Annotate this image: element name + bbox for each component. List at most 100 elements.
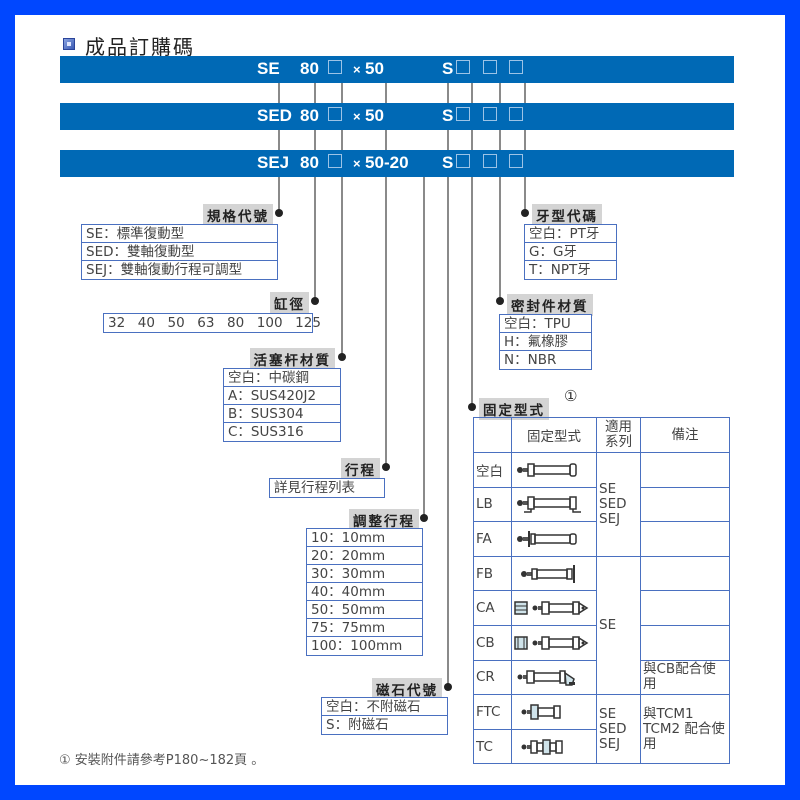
connector-line (385, 130, 387, 150)
clevis-bracket-cylinder-icon (511, 659, 597, 696)
remark (640, 521, 730, 557)
rod-material-option: B：SUS304 (224, 405, 340, 423)
thread-header: 牙型代碼 (532, 204, 602, 226)
connector-line (278, 130, 280, 150)
leader-thread (524, 177, 526, 213)
leader-magnet (447, 177, 449, 687)
mount-code: 空白 (473, 452, 512, 488)
thread-box: 空白：PT牙 G：G牙 T：NPT牙 (524, 224, 617, 280)
leader-dot (444, 683, 452, 691)
bore-options: 32 40 50 63 80 100 125 (108, 315, 321, 331)
remark (640, 624, 730, 661)
seal-slot (456, 153, 470, 173)
mount-code: CB (473, 624, 512, 661)
stroke-box: 詳見行程列表 (269, 478, 385, 498)
connector-line (447, 83, 449, 103)
code-bar-se: SE 80 × 50 S (60, 56, 734, 83)
thread-option: 空白：PT牙 (525, 225, 616, 243)
double-clevis-cylinder-icon (511, 624, 597, 661)
seal-option: 空白：TPU (500, 315, 591, 333)
rod-material-option: C：SUS316 (228, 424, 304, 440)
magnet-option: S：附磁石 (326, 717, 389, 733)
table-row: 空白 SE SED SEJ (473, 452, 730, 557)
magnet-box: 空白：不附磁石 S：附磁石 (321, 697, 448, 735)
spec-code-option: SEJ：雙軸復動行程可調型 (86, 262, 243, 278)
stroke-code: 50 (365, 59, 384, 78)
remark (640, 452, 730, 488)
adjust-stroke-option: 50：50mm (307, 601, 422, 619)
rod-material-header: 活塞杆材質 (249, 348, 335, 370)
connector-line (524, 83, 526, 103)
bore-code: 80 (300, 59, 319, 78)
times-sign: × (353, 62, 361, 77)
single-clevis-cylinder-icon (511, 590, 597, 626)
spec-code-option: SED：雙軸復動型 (82, 243, 277, 261)
thread-slot (483, 106, 497, 126)
leader-stroke (385, 177, 387, 467)
connector-line (341, 130, 343, 150)
seal-option: N：NBR (504, 352, 557, 368)
spec-code-header: 規格代號 (203, 204, 273, 226)
connector-line (278, 83, 280, 103)
thread-option: T：NPT牙 (529, 262, 591, 278)
basic-cylinder-icon (511, 452, 597, 488)
leader-dot (420, 514, 428, 522)
section-bullet-icon (63, 38, 75, 50)
mount-code: CR (473, 659, 512, 696)
table-header-row: 固定型式 適用系列 備注 (473, 417, 730, 453)
rod-material-slot (328, 106, 342, 126)
rod-material-option: 空白：中碳鋼 (224, 369, 340, 387)
thread-slot (483, 59, 497, 79)
leader-bore (314, 177, 316, 301)
table-header-cell (473, 417, 512, 453)
seal-slot (456, 59, 470, 79)
connector-line (314, 130, 316, 150)
connector-line (341, 83, 343, 103)
foot-mount-cylinder-icon (511, 486, 597, 523)
adjust-stroke-option: 75：75mm (307, 619, 422, 637)
connector-line (385, 83, 387, 103)
seal-header: 密封件材質 (507, 294, 593, 316)
applicable-series: SE (596, 555, 641, 696)
connector-line (471, 130, 473, 150)
adjust-stroke-box: 10：10mm 20：20mm 30：30mm 40：40mm 50：50mm … (306, 528, 423, 656)
leader-dot (496, 297, 504, 305)
bore-code: 80 (300, 106, 319, 125)
rear-flange-cylinder-icon (511, 555, 597, 592)
connector-line (499, 83, 501, 103)
connector-line (524, 130, 526, 150)
times-sign: × (353, 156, 361, 171)
applicable-series: SE SED SEJ (596, 452, 641, 557)
leader-dot (338, 353, 346, 361)
leader-mount (471, 177, 473, 407)
stroke-header: 行程 (341, 458, 380, 480)
series-code: SED (257, 106, 292, 125)
spec-code-box: SE：標準復動型 SED：雙軸復動型 SEJ：雙軸復動行程可調型 (81, 224, 278, 280)
adjust-stroke-option: 100：100mm (311, 638, 403, 654)
adjust-stroke-option: 10：10mm (307, 529, 422, 547)
stroke-option: 詳見行程列表 (274, 480, 355, 496)
connector-line (499, 130, 501, 150)
code-bar-sej: SEJ 80 × 50 -20 S (60, 150, 734, 177)
leader-dot (275, 209, 283, 217)
stroke-code: 50 (365, 153, 384, 172)
magnet-option: 空白：不附磁石 (322, 698, 447, 716)
remark (640, 486, 730, 523)
table-header-cell: 固定型式 (511, 417, 597, 453)
table-header-cell: 適用系列 (596, 417, 641, 453)
mounting-table: 固定型式 適用系列 備注 空白 SE SED SEJ LB FA FB SE C (473, 417, 730, 765)
mount-code: FTC (473, 694, 512, 730)
times-sign: × (353, 109, 361, 124)
adjust-stroke-option: 30：30mm (307, 565, 422, 583)
leader-rod (341, 177, 343, 357)
remark (640, 555, 730, 592)
table-row: FTC SE SED SEJ 與TCM1 TCM2 配合使用 (473, 694, 730, 765)
rod-material-option: A：SUS420J2 (224, 387, 340, 405)
mount-code: CA (473, 590, 512, 626)
series-code: SE (257, 59, 280, 78)
bore-header: 缸徑 (270, 292, 309, 314)
remark: 與TCM1 TCM2 配合使用 (640, 694, 730, 765)
footnote-marker: ① (564, 387, 578, 405)
mount-slot (509, 106, 523, 126)
leader-dot (521, 209, 529, 217)
